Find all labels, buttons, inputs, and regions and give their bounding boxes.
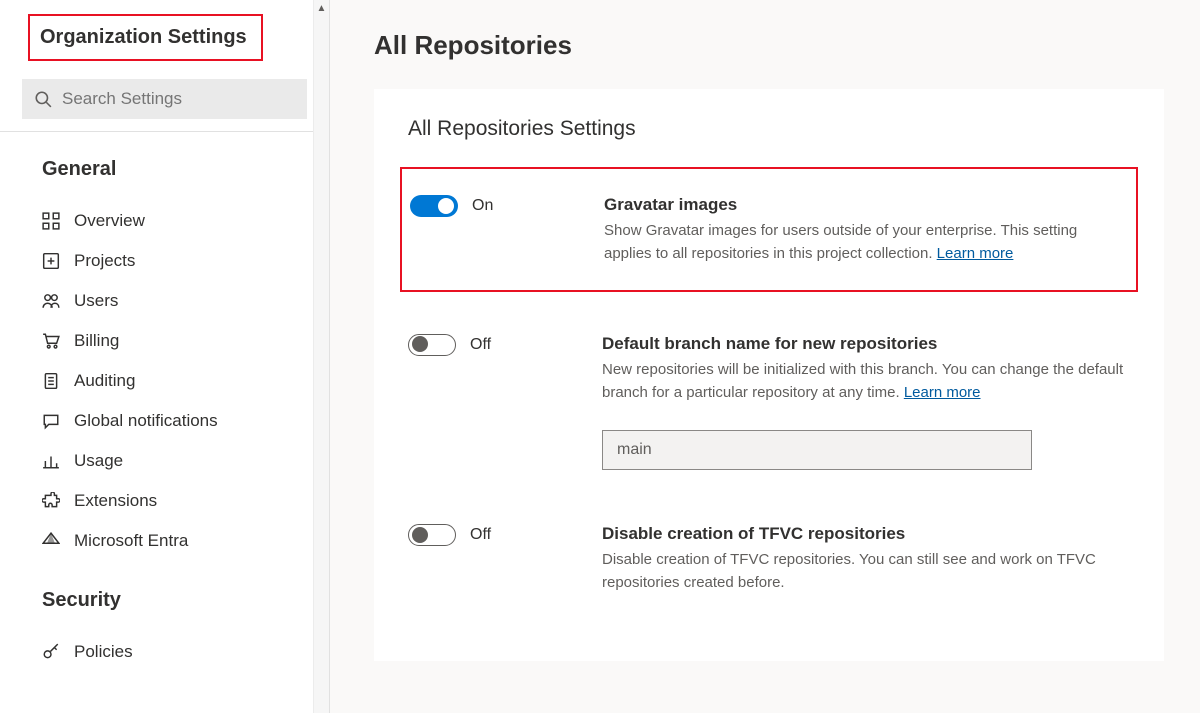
search-input[interactable] xyxy=(62,89,295,109)
document-icon xyxy=(42,372,60,390)
sidebar-nav: General Overview Projects Users Billing xyxy=(0,132,329,713)
sidebar-item-label: Extensions xyxy=(74,491,157,511)
sidebar-item-label: Policies xyxy=(74,642,133,662)
setting-desc: Show Gravatar images for users outside o… xyxy=(604,219,1128,266)
toggle-label: Off xyxy=(470,336,491,354)
sidebar-item-global-notifications[interactable]: Global notifications xyxy=(0,401,329,441)
users-icon xyxy=(42,292,60,310)
scroll-up-arrow[interactable]: ▲ xyxy=(314,0,329,16)
sidebar-header: Organization Settings xyxy=(0,0,329,79)
key-icon xyxy=(42,643,60,661)
chat-icon xyxy=(42,412,60,430)
sidebar-item-billing[interactable]: Billing xyxy=(0,321,329,361)
default-branch-input[interactable] xyxy=(602,430,1032,470)
sidebar-item-extensions[interactable]: Extensions xyxy=(0,481,329,521)
sidebar-item-policies[interactable]: Policies xyxy=(0,632,329,672)
sidebar-title: Organization Settings xyxy=(28,14,263,61)
toggle-label: On xyxy=(472,197,493,215)
section-heading-security: Security xyxy=(0,561,329,632)
entra-icon xyxy=(42,532,60,550)
sidebar-item-label: Global notifications xyxy=(74,411,218,431)
puzzle-icon xyxy=(42,492,60,510)
sidebar-item-label: Billing xyxy=(74,331,119,351)
search-settings-box[interactable] xyxy=(22,79,307,119)
sidebar-item-label: Overview xyxy=(74,211,145,231)
section-heading-general: General xyxy=(0,154,329,201)
sidebar-item-label: Projects xyxy=(74,251,135,271)
sidebar-item-label: Usage xyxy=(74,451,123,471)
sidebar-item-label: Auditing xyxy=(74,371,135,391)
setting-title-default-branch: Default branch name for new repositories xyxy=(602,334,1130,354)
setting-title-disable-tfvc: Disable creation of TFVC repositories xyxy=(602,524,1130,544)
sidebar-item-users[interactable]: Users xyxy=(0,281,329,321)
card-title: All Repositories Settings xyxy=(408,117,1130,141)
sidebar-item-label: Users xyxy=(74,291,118,311)
sidebar-item-microsoft-entra[interactable]: Microsoft Entra xyxy=(0,521,329,561)
grid-icon xyxy=(42,212,60,230)
sidebar-scrollbar[interactable]: ▲ xyxy=(313,0,329,713)
sidebar-item-label: Microsoft Entra xyxy=(74,531,188,551)
toggle-gravatar[interactable] xyxy=(410,195,458,217)
main-content: All Repositories All Repositories Settin… xyxy=(330,0,1200,713)
learn-more-link[interactable]: Learn more xyxy=(937,245,1014,262)
setting-title-gravatar: Gravatar images xyxy=(604,195,1128,215)
page-title: All Repositories xyxy=(374,30,1164,61)
toggle-disable-tfvc[interactable] xyxy=(408,524,456,546)
setting-desc: Disable creation of TFVC repositories. Y… xyxy=(602,548,1130,595)
highlighted-setting: On Gravatar images Show Gravatar images … xyxy=(400,167,1138,292)
toggle-label: Off xyxy=(470,526,491,544)
sidebar-item-usage[interactable]: Usage xyxy=(0,441,329,481)
settings-card: All Repositories Settings On Gravatar im… xyxy=(374,89,1164,661)
sidebar-item-overview[interactable]: Overview xyxy=(0,201,329,241)
search-icon xyxy=(34,90,52,108)
sidebar: Organization Settings General Overview P… xyxy=(0,0,330,713)
plus-box-icon xyxy=(42,252,60,270)
sidebar-item-projects[interactable]: Projects xyxy=(0,241,329,281)
toggle-default-branch[interactable] xyxy=(408,334,456,356)
bar-chart-icon xyxy=(42,452,60,470)
sidebar-item-auditing[interactable]: Auditing xyxy=(0,361,329,401)
cart-icon xyxy=(42,332,60,350)
setting-desc: New repositories will be initialized wit… xyxy=(602,358,1130,405)
learn-more-link[interactable]: Learn more xyxy=(904,384,981,401)
